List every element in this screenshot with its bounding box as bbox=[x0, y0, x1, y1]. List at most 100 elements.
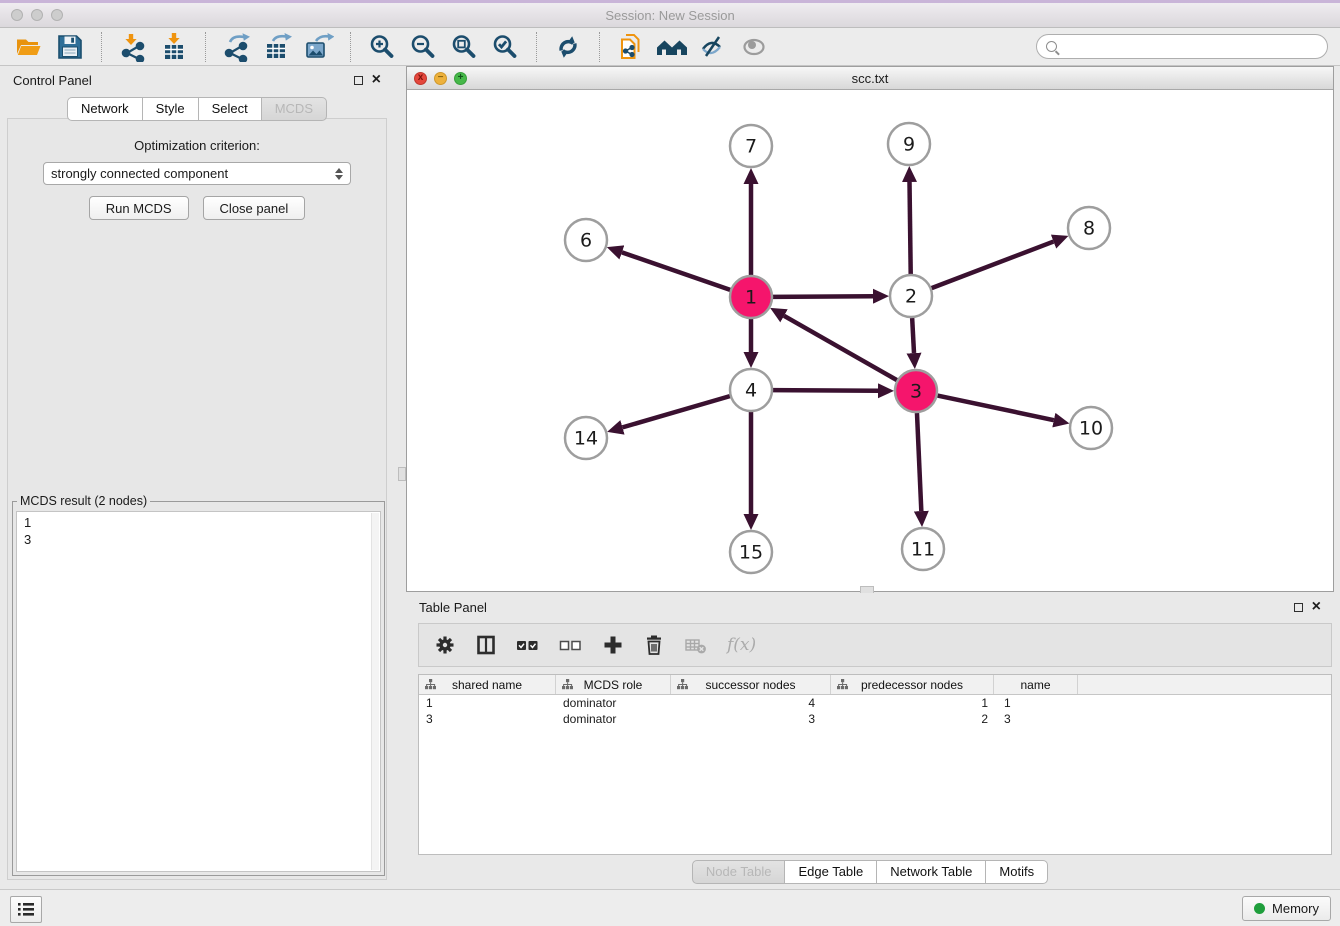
column-header-label: name bbox=[1020, 678, 1050, 692]
duplicate-network-button[interactable] bbox=[614, 31, 648, 63]
tab-motifs[interactable]: Motifs bbox=[985, 860, 1048, 884]
tab-mcds[interactable]: MCDS bbox=[261, 97, 327, 121]
graph-edge-1-6[interactable] bbox=[622, 252, 730, 289]
toolbar-divider bbox=[536, 32, 537, 62]
import-table-button[interactable] bbox=[157, 31, 191, 63]
column-header-name[interactable]: name bbox=[994, 675, 1078, 694]
close-panel-button[interactable]: Close panel bbox=[203, 196, 306, 220]
cell-shared-name: 1 bbox=[419, 696, 556, 710]
graph-node-15[interactable]: 15 bbox=[730, 531, 772, 573]
search-box[interactable] bbox=[1036, 34, 1328, 59]
node-label: 1 bbox=[745, 287, 757, 309]
import-network-icon bbox=[118, 32, 148, 62]
table-settings-button[interactable] bbox=[434, 634, 456, 656]
float-panel-icon[interactable] bbox=[354, 76, 363, 85]
result-scrollbar[interactable] bbox=[371, 513, 379, 870]
open-file-button[interactable] bbox=[12, 31, 46, 63]
export-table-button[interactable] bbox=[261, 31, 295, 63]
export-network-button[interactable] bbox=[220, 31, 254, 63]
zoom-in-button[interactable] bbox=[365, 31, 399, 63]
graph-edge-3-10[interactable] bbox=[938, 396, 1054, 421]
cell-name: 1 bbox=[994, 696, 1078, 710]
search-icon bbox=[1046, 41, 1057, 52]
zoom-out-button[interactable] bbox=[406, 31, 440, 63]
float-table-panel-icon[interactable] bbox=[1294, 603, 1303, 612]
network-canvas[interactable]: 1 2 3 4 6 7 8 9 10 11 14 15 bbox=[407, 88, 1333, 591]
gear-icon bbox=[434, 634, 456, 656]
graph-edge-3-1[interactable] bbox=[784, 316, 897, 380]
select-all-rows-button[interactable] bbox=[516, 634, 540, 656]
search-input[interactable] bbox=[1063, 38, 1318, 55]
import-network-button[interactable] bbox=[116, 31, 150, 63]
close-table-panel-icon[interactable]: × bbox=[1312, 601, 1321, 613]
refresh-button[interactable] bbox=[551, 31, 585, 63]
optimization-criterion-select[interactable]: strongly connected component bbox=[43, 162, 351, 185]
graph-edge-2-8[interactable] bbox=[932, 242, 1054, 289]
tab-edge-table[interactable]: Edge Table bbox=[784, 860, 877, 884]
graph-edge-4-3[interactable] bbox=[773, 390, 878, 391]
tab-style[interactable]: Style bbox=[142, 97, 199, 121]
left-splitter-grip[interactable] bbox=[398, 467, 406, 481]
column-tree-icon bbox=[837, 679, 848, 690]
graph-node-1[interactable]: 1 bbox=[730, 276, 772, 318]
plus-icon bbox=[602, 634, 624, 656]
table-row[interactable]: 3dominator323 bbox=[419, 711, 1331, 727]
cell-predecessor-nodes: 1 bbox=[831, 696, 994, 710]
graph-edge-3-11[interactable] bbox=[917, 413, 921, 511]
graph-node-11[interactable]: 11 bbox=[902, 528, 944, 570]
zoom-out-icon bbox=[408, 32, 438, 62]
graph-node-10[interactable]: 10 bbox=[1070, 407, 1112, 449]
graph-node-7[interactable]: 7 bbox=[730, 125, 772, 167]
close-panel-icon[interactable]: × bbox=[372, 74, 381, 86]
zoom-selected-button[interactable] bbox=[488, 31, 522, 63]
graph-node-9[interactable]: 9 bbox=[888, 123, 930, 165]
zoom-fit-button[interactable] bbox=[447, 31, 481, 63]
save-session-button[interactable] bbox=[53, 31, 87, 63]
optimization-criterion-label: Optimization criterion: bbox=[8, 138, 386, 153]
graph-edge-1-2[interactable] bbox=[773, 296, 873, 297]
graph-edge-2-3[interactable] bbox=[912, 318, 914, 353]
tab-network[interactable]: Network bbox=[67, 97, 143, 121]
control-panel-header: Control Panel × bbox=[0, 66, 394, 94]
create-column-button[interactable] bbox=[602, 634, 624, 656]
show-column-panel-button[interactable] bbox=[475, 634, 497, 656]
run-mcds-button[interactable]: Run MCDS bbox=[89, 196, 189, 220]
graph-node-2[interactable]: 2 bbox=[890, 275, 932, 317]
memory-button[interactable]: Memory bbox=[1242, 896, 1331, 921]
table-panel: Table Panel × bbox=[406, 593, 1334, 890]
column-header-successor-nodes[interactable]: successor nodes bbox=[671, 675, 831, 694]
column-header-predecessor-nodes[interactable]: predecessor nodes bbox=[831, 675, 994, 694]
graph-node-14[interactable]: 14 bbox=[565, 417, 607, 459]
column-header-shared-name[interactable]: shared name bbox=[419, 675, 556, 694]
graph-node-6[interactable]: 6 bbox=[565, 219, 607, 261]
network-window-titlebar[interactable]: x − + scc.txt bbox=[407, 67, 1333, 90]
delete-column-button[interactable] bbox=[643, 634, 665, 656]
function-builder-button-disabled: f(x) bbox=[727, 635, 756, 655]
column-header-mcds-role[interactable]: MCDS role bbox=[556, 675, 671, 694]
show-all-networks-button[interactable] bbox=[655, 31, 689, 63]
export-image-button[interactable] bbox=[302, 31, 336, 63]
node-label: 3 bbox=[910, 381, 922, 403]
hide-graphics-details-button[interactable] bbox=[696, 31, 730, 63]
node-label: 10 bbox=[1079, 418, 1103, 440]
graph-node-4[interactable]: 4 bbox=[730, 369, 772, 411]
show-graphics-details-button[interactable] bbox=[737, 31, 771, 63]
graph-edge-4-14[interactable] bbox=[622, 396, 729, 427]
deselect-all-rows-button[interactable] bbox=[559, 634, 583, 656]
tab-node-table[interactable]: Node Table bbox=[692, 860, 786, 884]
export-image-icon bbox=[304, 32, 334, 62]
mcds-result-line: 1 bbox=[24, 514, 368, 531]
tab-network-table[interactable]: Network Table bbox=[876, 860, 986, 884]
tab-select[interactable]: Select bbox=[198, 97, 262, 121]
node-label: 15 bbox=[739, 542, 763, 564]
houses-icon bbox=[656, 32, 688, 62]
graph-edge-2-9[interactable] bbox=[910, 182, 911, 274]
task-history-button[interactable] bbox=[10, 896, 42, 923]
mcds-result-list[interactable]: 13 bbox=[16, 511, 381, 872]
duplicate-network-icon bbox=[616, 32, 646, 62]
graph-node-3[interactable]: 3 bbox=[895, 370, 937, 412]
graph-node-8[interactable]: 8 bbox=[1068, 207, 1110, 249]
refresh-icon bbox=[553, 32, 583, 62]
table-row[interactable]: 1dominator411 bbox=[419, 695, 1331, 711]
zoom-in-icon bbox=[367, 32, 397, 62]
